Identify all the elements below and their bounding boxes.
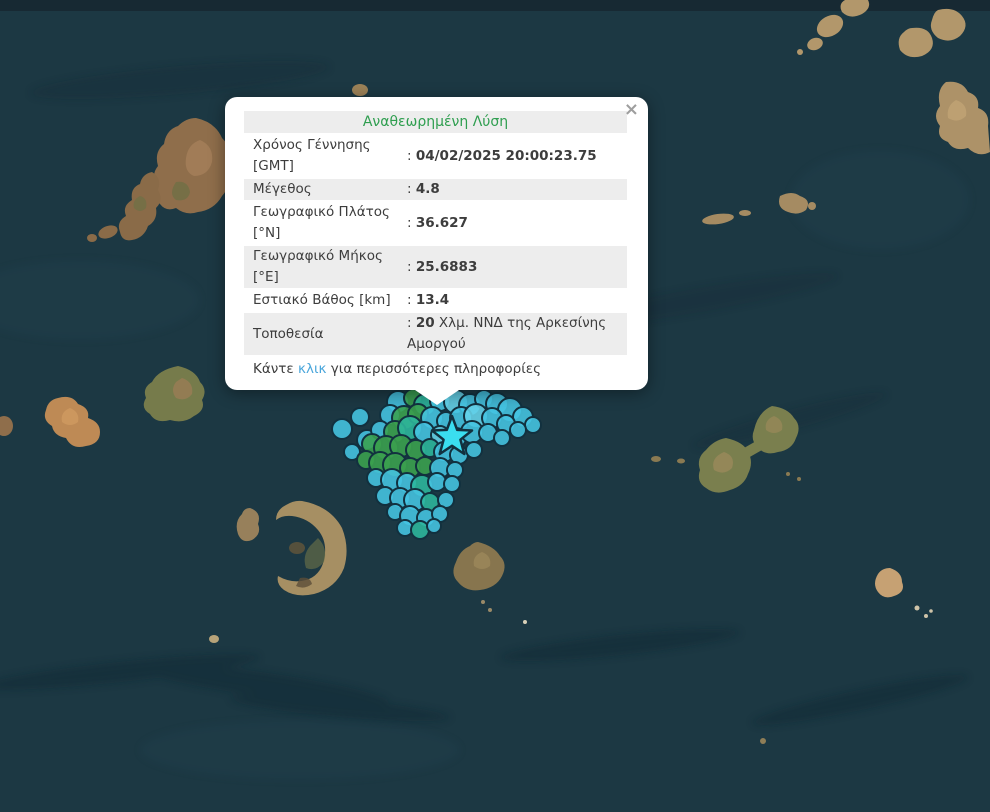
quake-marker[interactable]	[465, 441, 483, 459]
quake-marker[interactable]	[350, 407, 370, 427]
info-row: Γεωγραφικό Μήκος [°E] : 25.6883	[244, 246, 627, 288]
info-row: Γεωγραφικό Πλάτος [°N] : 36.627	[244, 202, 627, 244]
info-row: Μέγεθος : 4.8	[244, 179, 627, 200]
info-row: Τοποθεσία : 20 Χλμ. ΝΝΔ της Αρκεσίνης Αμο…	[244, 313, 627, 355]
more-info-link[interactable]: κλικ	[298, 361, 326, 377]
footer-text: Κάντε	[253, 361, 299, 377]
info-table: Χρόνος Γέννησης [GMT] : 04/02/2025 20:00:…	[244, 135, 627, 355]
popup-footer: Κάντε κλικ για περισσότερες πληροφορίες	[244, 359, 627, 380]
quake-marker[interactable]	[426, 518, 442, 534]
info-label: Χρόνος Γέννησης [GMT]	[253, 137, 371, 174]
quake-marker[interactable]	[331, 418, 353, 440]
info-label: Τοποθεσία	[253, 325, 324, 342]
quake-marker[interactable]	[410, 520, 430, 540]
popup-tail-pointer	[415, 390, 459, 405]
info-label: Μέγεθος	[253, 181, 312, 197]
info-row: Χρόνος Γέννησης [GMT] : 04/02/2025 20:00:…	[244, 135, 627, 177]
info-value: : 25.6883	[407, 258, 478, 275]
info-value: : 20 Χλμ. ΝΝΔ της Αρκεσίνης Αμοργού	[407, 315, 607, 352]
info-label: Γεωγραφικό Πλάτος [°N]	[253, 204, 390, 241]
popup-title: Αναθεωρημένη Λύση	[244, 111, 627, 133]
quake-marker[interactable]	[509, 421, 527, 439]
info-value: : 13.4	[407, 292, 450, 308]
info-value: : 36.627	[407, 214, 468, 231]
info-row: Εστιακό Βάθος [km] : 13.4	[244, 290, 627, 311]
info-label: Γεωγραφικό Μήκος [°E]	[253, 248, 383, 285]
info-value: : 4.8	[407, 181, 440, 197]
quake-marker[interactable]	[443, 475, 461, 493]
close-icon[interactable]: ×	[624, 101, 639, 119]
footer-text: για περισσότερες πληροφορίες	[326, 361, 542, 377]
earthquake-info-popup: × Αναθεωρημένη Λύση Χρόνος Γέννησης [GMT…	[225, 97, 648, 405]
info-label: Εστιακό Βάθος [km]	[253, 292, 391, 308]
quake-marker[interactable]	[524, 416, 542, 434]
quake-marker[interactable]	[493, 429, 511, 447]
info-value: : 04/02/2025 20:00:23.75	[407, 147, 597, 164]
